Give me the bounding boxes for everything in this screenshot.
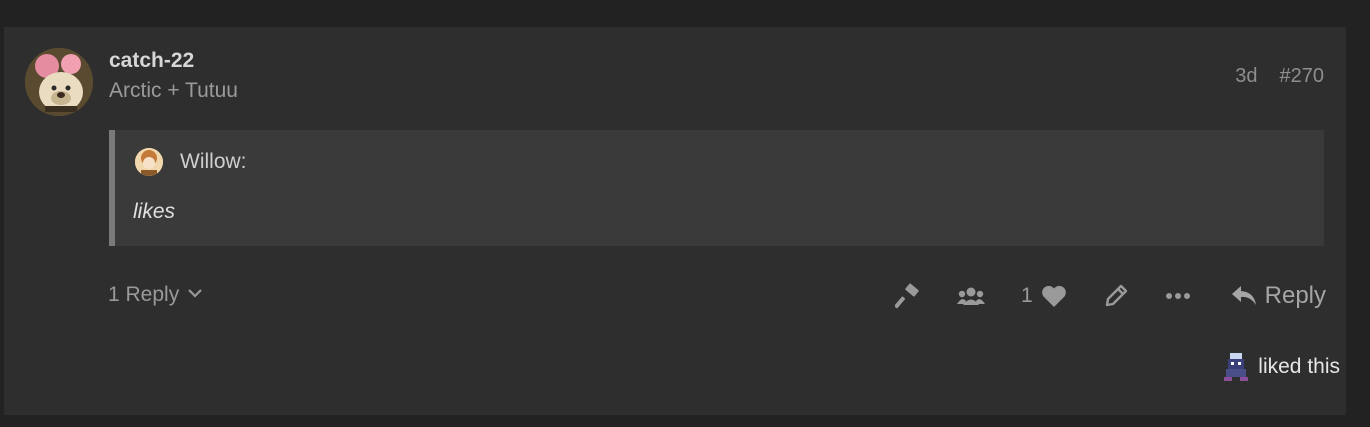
pencil-icon <box>1103 283 1129 309</box>
quote-author[interactable]: Willow: <box>180 150 247 174</box>
post-age[interactable]: 3d <box>1235 65 1257 88</box>
post-number[interactable]: #270 <box>1280 65 1325 88</box>
reply-button[interactable]: Reply <box>1231 282 1326 310</box>
user-title: Arctic + Tutuu <box>109 79 238 102</box>
hammer-icon <box>894 283 921 309</box>
heart-icon <box>1041 284 1067 308</box>
ellipsis-icon <box>1165 292 1191 300</box>
post-actions: 1 Reply <box>894 278 1326 314</box>
post-card: catch-22 Arctic + Tutuu 3d #270 Willow: … <box>4 27 1346 415</box>
quote-block: Willow: likes <box>109 130 1324 246</box>
liked-by: liked this <box>1220 351 1340 383</box>
group-button[interactable] <box>956 286 985 306</box>
like-button[interactable]: 1 <box>1021 284 1067 308</box>
admin-button[interactable] <box>894 283 921 309</box>
username[interactable]: catch-22 <box>109 49 194 73</box>
edit-button[interactable] <box>1103 283 1129 309</box>
user-avatar[interactable] <box>25 48 93 116</box>
post-meta: 3d #270 <box>1235 65 1324 88</box>
like-count: 1 <box>1020 284 1033 307</box>
liked-text: liked this <box>1258 355 1340 378</box>
quote-text: likes <box>133 200 176 223</box>
more-button[interactable] <box>1165 292 1191 300</box>
replies-label: 1 Reply <box>108 283 180 306</box>
reply-label: Reply <box>1264 282 1326 309</box>
quote-avatar[interactable] <box>135 148 163 176</box>
liker-avatar[interactable] <box>1220 351 1253 383</box>
replies-toggle-button[interactable]: 1 Reply <box>108 283 203 307</box>
users-icon <box>956 286 985 306</box>
reply-icon <box>1231 285 1257 307</box>
chevron-down-icon <box>187 283 203 307</box>
